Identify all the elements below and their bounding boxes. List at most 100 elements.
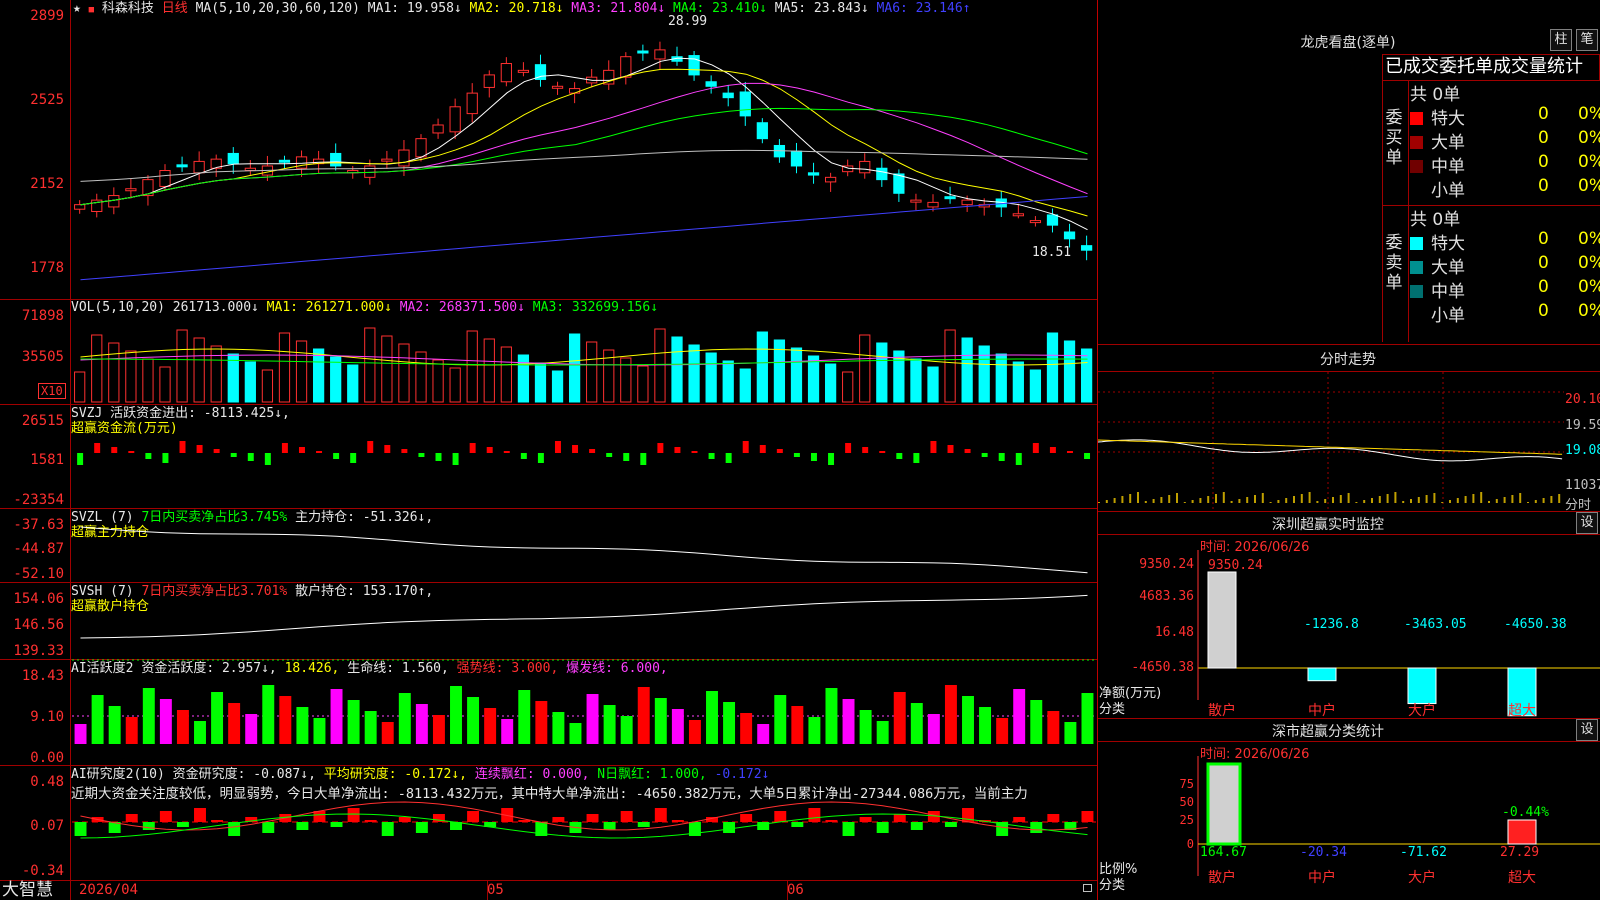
ai-active-bar [586,694,599,744]
svzj-bar [981,453,988,457]
ai-active-bar [432,715,445,744]
color-swatch [1410,285,1423,298]
star-icon[interactable]: ★ [73,1,81,16]
sz-monitor-y-label: 9350.24 [1139,557,1194,572]
svzj-y-label: 26515 [21,413,64,429]
ai-research-bar [586,814,599,822]
ai-active-bar [1081,693,1094,744]
candle-body [1080,245,1093,251]
buy-count: 0 [1538,176,1549,196]
pane-sep [0,880,1097,881]
app-logo[interactable]: 大智慧 [2,880,53,900]
ai-active-bar [211,692,224,744]
buy-label: 特大 [1431,109,1465,129]
period-label[interactable]: 日线 [162,1,188,16]
svzj-bar [145,453,152,459]
svzj-bar [247,453,254,461]
intraday-vol-bar [1480,492,1483,503]
intraday-vol-label: 11037 [1565,478,1600,493]
price-y-label: 2899 [30,8,64,24]
volume-bar [1029,369,1042,403]
low-marker: 18.51 [1032,245,1072,260]
sz-class-y-label: 75 [1180,777,1194,791]
svzj-bar [230,453,237,457]
ai-active-bar [262,685,275,744]
sz-class-settings-button[interactable]: 设 [1576,719,1598,741]
candle-body [517,69,530,73]
ma6-value: MA6: 23.146↑ [876,1,971,16]
ai-research-bar [415,822,428,833]
intraday-price-label: 20.10 [1565,392,1600,407]
volume-bar [722,360,734,403]
candle-body [278,159,291,163]
candlestick-chart[interactable] [72,18,1096,298]
ai-active-bar [484,708,497,744]
ai-research-bar [330,822,343,827]
candle-body [398,149,410,167]
candle-body [108,195,120,208]
sz-class-bottom-label: -71.62 [1400,845,1447,860]
volume-unit-badge[interactable]: X10 [38,383,66,399]
sz-class-x-unit: 分类 [1099,878,1126,893]
buy-label: 小单 [1431,181,1465,201]
volume-bar [671,336,683,403]
intraday-price-label: 19.08 [1565,443,1600,458]
ai-research-bar [876,822,889,833]
ai-active-bar [893,692,906,744]
svzj-bar [554,441,561,453]
lock-icon[interactable] [1083,884,1092,892]
svzj-bar [520,453,527,459]
ai-active-bar [364,711,377,744]
buy-row: 中单 0 0% [1410,152,1600,177]
buy-row: 大单 0 0% [1410,128,1600,153]
intraday-vol-bar [1519,493,1522,503]
ai-research-bar [654,808,667,822]
sz-monitor-settings-button[interactable]: 设 [1576,512,1598,534]
ma-header: MA(5,10,20,30,60,120) [195,1,360,16]
ai-active-bar [108,706,121,744]
intraday-vol-bar [1425,495,1428,503]
svzj-bar [691,451,698,453]
ai-research-bar [1081,811,1094,822]
sz-class-category: 大户 [1408,869,1436,886]
svzj-bar [708,453,715,459]
intraday-vol-bar [1121,496,1124,503]
volume-bar [910,358,922,403]
intraday-vol-bar [1378,496,1381,503]
tab-filled-orders[interactable]: 已成交委托单成交量统计 [1382,54,1600,80]
stock-name[interactable]: 科森科技 [102,1,154,16]
ai-research-bar [637,822,650,827]
svsh-y-label: 146.56 [13,617,64,633]
volume-bar [500,346,512,403]
column-view-button[interactable]: 柱 [1550,29,1572,51]
volume-bar [261,369,274,403]
intraday-vol-bar [1332,497,1334,503]
buy-label: 大单 [1431,133,1465,153]
intraday-chart[interactable] [1097,372,1564,510]
ai-research-bar [740,814,753,822]
svzj-bar [810,453,817,461]
candle-body [824,176,837,183]
month-label-05: 05 [487,882,504,898]
buy-pct: 0% [1578,176,1600,196]
ai-active-bar [842,699,855,744]
intraday-vol-bar [1347,493,1350,503]
candle-body [466,92,478,115]
svzj-bar [537,453,544,463]
svsh-line [80,594,1088,639]
sz-class-bottom-label: 164.67 [1200,845,1247,860]
sz-class-bar [1206,762,1242,846]
volume-bar [483,338,495,403]
ai-active-chart [72,659,1096,744]
ai-research-bar [603,822,616,830]
ai-research-bar [211,820,224,822]
svzj-bar [367,441,374,453]
intraday-vol-bar [1269,502,1272,503]
svzj-bar [776,449,783,453]
svzj-bar [162,453,169,463]
pen-view-button[interactable]: 笔 [1576,29,1598,51]
sz-class-category: 散户 [1208,869,1236,886]
intraday-vol-bar [1222,492,1225,503]
volume-ma2: MA2: 268371.500↓ [399,300,525,315]
ai-active-bar [450,686,462,744]
